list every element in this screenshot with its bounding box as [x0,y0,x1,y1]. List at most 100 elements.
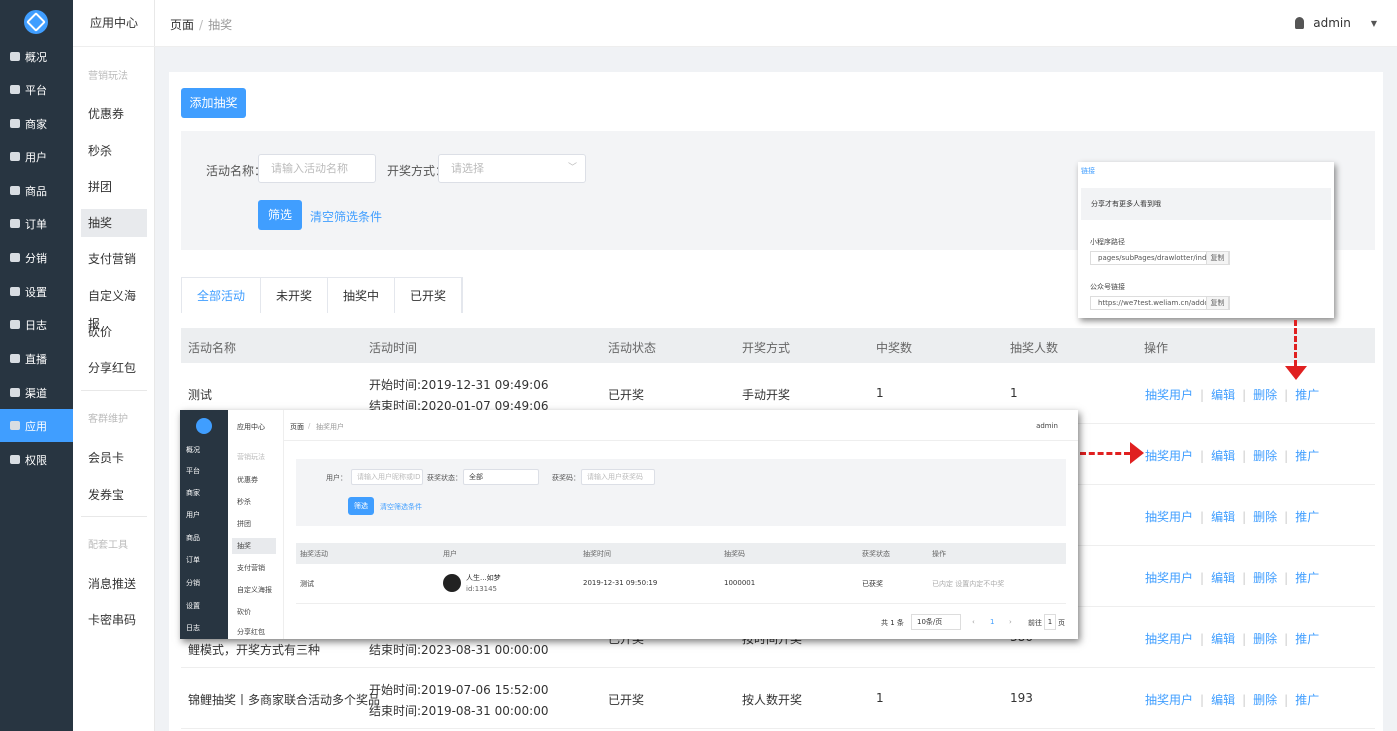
nav-distribution[interactable]: 分销 [0,241,73,274]
inset-goto-input[interactable]: 1 [1044,614,1056,630]
inset-nav-item[interactable]: 日志 [180,618,228,639]
inset-nav-item[interactable]: 商品 [180,528,228,549]
edit-link[interactable]: 编辑 [1211,449,1235,463]
nav-overview[interactable]: 概况 [0,40,73,73]
sidebar-item-member-card[interactable]: 会员卡 [81,444,147,472]
breadcrumb-page[interactable]: 页面 [170,18,194,32]
lottery-users-link[interactable]: 抽奖用户 [1145,510,1193,524]
inset-sidebar-item[interactable]: 拼团 [232,516,276,532]
sidebar-item-poster[interactable]: 自定义海报 [81,282,147,331]
tab-not-drawn[interactable]: 未开奖 [261,278,329,313]
nav-platform[interactable]: 平台 [0,73,73,106]
inset-sidebar-item[interactable]: 砍价 [232,604,276,620]
inset-username[interactable]: admin [1036,422,1058,430]
sidebar-item-flash-sale[interactable]: 秒杀 [81,137,147,165]
sidebar-item-bargain[interactable]: 砍价 [81,318,147,346]
app-logo-icon[interactable] [24,10,48,34]
edit-link[interactable]: 编辑 [1211,693,1235,707]
nav-order[interactable]: 订单 [0,207,73,240]
inset-sidebar-item[interactable]: 分享红包 [232,624,276,639]
promote-link[interactable]: 推广 [1295,693,1319,707]
inset-sidebar-item[interactable]: 支付营销 [232,560,276,576]
col-winners: 中奖数 [876,341,913,355]
inset-nav-item[interactable]: 商家 [180,483,228,504]
nav-settings[interactable]: 设置 [0,275,73,308]
edit-link[interactable]: 编辑 [1211,571,1235,585]
sidebar-item-card-code[interactable]: 卡密串码 [81,606,147,634]
search-button[interactable]: 筛选 [258,200,302,230]
add-lottery-button[interactable]: 添加抽奖 [181,88,246,118]
draw-mode-select[interactable]: 请选择 ﹀ [438,154,586,183]
delete-link[interactable]: 删除 [1253,632,1277,646]
inset-code-input[interactable]: 请输入用户获奖码 [581,469,655,485]
nav-log[interactable]: 日志 [0,308,73,341]
goods-icon [10,186,20,195]
inset-nav-item[interactable]: 订单 [180,550,228,571]
chevron-right-icon[interactable]: › [1009,618,1012,626]
promote-link[interactable]: 推广 [1295,449,1319,463]
nav-user[interactable]: 用户 [0,140,73,173]
delete-link[interactable]: 删除 [1253,449,1277,463]
delete-link[interactable]: 删除 [1253,693,1277,707]
inset-sidebar-item[interactable]: 优惠券 [232,472,276,488]
sidebar-item-coupon-treasure[interactable]: 发券宝 [81,481,147,509]
nav-channel[interactable]: 渠道 [0,376,73,409]
promote-link[interactable]: 推广 [1295,388,1319,402]
avatar [443,574,461,592]
tab-drawn[interactable]: 已开奖 [395,278,463,313]
lottery-users-link[interactable]: 抽奖用户 [1145,693,1193,707]
copy-official-link-button[interactable]: 复制 [1206,296,1229,310]
row-actions: 抽奖用户 | 编辑 | 删除 | 推广 [1145,449,1320,463]
inset-row-op[interactable]: 已内定 设置内定不中奖 [932,579,1004,589]
delete-link[interactable]: 删除 [1253,510,1277,524]
inset-nav-item[interactable]: 分销 [180,573,228,594]
sidebar-item-coupon[interactable]: 优惠券 [81,100,147,128]
inset-state-select[interactable]: 全部 [463,469,539,485]
sidebar-item-lottery[interactable]: 抽奖 [81,209,147,237]
inset-clear-link[interactable]: 清空筛选条件 [380,502,422,512]
lottery-users-link[interactable]: 抽奖用户 [1145,388,1193,402]
inset-nav-item[interactable]: 平台 [180,461,228,482]
promote-link[interactable]: 推广 [1295,632,1319,646]
nav-merchant[interactable]: 商家 [0,107,73,140]
lock-icon [10,455,20,464]
inset-nav-item[interactable]: 概况 [180,440,228,461]
copy-mini-path-button[interactable]: 复制 [1206,251,1229,265]
inset-nav-item[interactable]: 用户 [180,505,228,526]
inset-sidebar-item[interactable]: 秒杀 [232,494,276,510]
chevron-left-icon[interactable]: ‹ [972,618,975,626]
inset-nav-item[interactable]: 设置 [180,596,228,617]
delete-link[interactable]: 删除 [1253,571,1277,585]
tab-all[interactable]: 全部活动 [182,278,262,313]
edit-link[interactable]: 编辑 [1211,510,1235,524]
inset-search-button[interactable]: 筛选 [348,497,374,515]
clear-filter-link[interactable]: 清空筛选条件 [310,208,382,225]
delete-link[interactable]: 删除 [1253,388,1277,402]
popup-link-title[interactable]: 链接 [1081,166,1095,176]
sidebar-item-group-buy[interactable]: 拼团 [81,173,147,201]
sidebar-item-pay-marketing[interactable]: 支付营销 [81,245,147,273]
promote-link[interactable]: 推广 [1295,510,1319,524]
inset-page-size-select[interactable]: 10条/页 [911,614,961,630]
promote-link[interactable]: 推广 [1295,571,1319,585]
lottery-users-link[interactable]: 抽奖用户 [1145,571,1193,585]
lottery-users-link[interactable]: 抽奖用户 [1145,632,1193,646]
nav-permission[interactable]: 权限 [0,443,73,476]
sidebar-item-red-packet[interactable]: 分享红包 [81,354,147,382]
edit-link[interactable]: 编辑 [1211,632,1235,646]
edit-link[interactable]: 编辑 [1211,388,1235,402]
nav-apps[interactable]: 应用 [0,409,73,442]
nav-goods[interactable]: 商品 [0,174,73,207]
activity-name-input[interactable]: 请输入活动名称 [258,154,376,183]
lottery-users-link[interactable]: 抽奖用户 [1145,449,1193,463]
inset-breadcrumb[interactable]: 页面 [290,422,304,432]
inset-sidebar-item[interactable]: 自定义海报 [232,582,276,598]
sidebar-item-message-push[interactable]: 消息推送 [81,570,147,598]
inset-page-number[interactable]: 1 [990,618,994,626]
user-menu[interactable]: admin ▼ [1295,16,1377,30]
inset-table-row: 测试 人生...如梦 id:13145 2019-12-31 09:50:19 … [296,564,1066,604]
inset-sidebar-item[interactable]: 抽奖 [232,538,276,554]
tab-in-progress[interactable]: 抽奖中 [328,278,396,313]
nav-live[interactable]: 直播 [0,342,73,375]
inset-user-input[interactable]: 请输入用户昵称或ID [351,469,423,485]
